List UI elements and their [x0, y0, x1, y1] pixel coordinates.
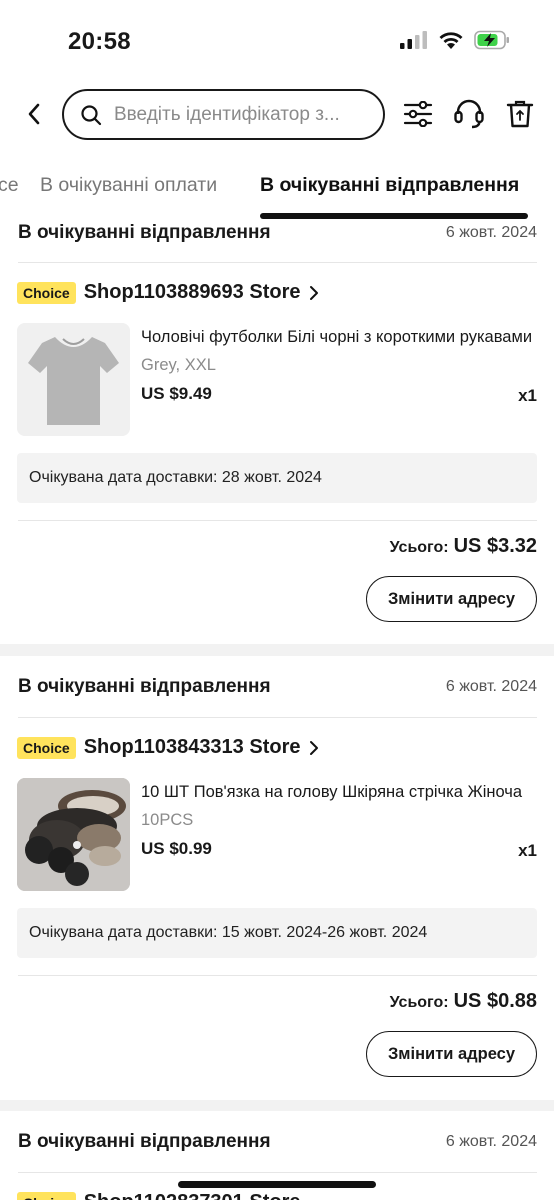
- chevron-right-icon: [310, 285, 319, 300]
- tshirt-image: [17, 323, 130, 436]
- total-label: Усього:: [389, 994, 449, 1011]
- store-link[interactable]: Choice Shop1103843313 Store: [17, 736, 319, 759]
- tab-awaiting-shipment[interactable]: В очікуванні відправлення: [260, 174, 519, 197]
- store-link[interactable]: Choice Shop1103889693 Store: [17, 281, 319, 304]
- product-quantity: x1: [518, 841, 537, 860]
- total-label: Усього:: [389, 539, 449, 556]
- order-header: В очікуванні відправлення 6 жовт. 2024: [18, 676, 537, 718]
- order-status: В очікуванні відправлення: [18, 676, 271, 697]
- delete-button[interactable]: [503, 97, 537, 131]
- store-name: Shop1103889693 Store: [83, 281, 301, 303]
- order-card: В очікуванні відправлення 6 жовт. 2024 C…: [0, 222, 554, 644]
- back-button[interactable]: [20, 100, 48, 128]
- order-tabs: се В очікуванні оплати В очікуванні відп…: [0, 160, 554, 220]
- divider: [18, 1172, 537, 1173]
- order-status: В очікуванні відправлення: [18, 222, 271, 243]
- search-bar[interactable]: [62, 89, 385, 140]
- product-title[interactable]: Чоловічі футболки Білі чорні з короткими…: [141, 328, 538, 347]
- order-date: 6 жовт. 2024: [445, 224, 537, 241]
- store-name: Shop1102837301 Store: [84, 1191, 301, 1200]
- delivery-estimate: Очікувана дата доставки: 15 жовт. 2024-2…: [17, 908, 537, 958]
- divider: [18, 717, 537, 718]
- choice-badge: Choice: [17, 1191, 76, 1200]
- choice-badge: Choice: [17, 281, 76, 304]
- filter-button[interactable]: [401, 97, 435, 131]
- store-name: Shop1103843313 Store: [83, 736, 301, 758]
- product-price: US $9.49: [141, 384, 212, 403]
- trash-icon: [506, 100, 534, 128]
- change-address-button[interactable]: Змінити адресу: [366, 576, 537, 622]
- support-button[interactable]: [452, 97, 486, 131]
- home-indicator[interactable]: [178, 1181, 376, 1188]
- filter-icon: [403, 101, 433, 127]
- top-bar: 20:58 Введіть ідентифікатор з... се В оч…: [0, 0, 554, 222]
- change-address-button[interactable]: Змінити адресу: [366, 1031, 537, 1077]
- tab-awaiting-payment[interactable]: В очікуванні оплати: [40, 174, 217, 197]
- order-card: В очікуванні відправлення 6 жовт. 2024 C…: [0, 656, 554, 1100]
- product-variant: 10PCS: [141, 811, 194, 829]
- delivery-estimate: Очікувана дата доставки: 28 жовт. 2024: [17, 453, 537, 503]
- status-icons: [400, 30, 510, 50]
- total-value: US $3.32: [453, 535, 537, 557]
- order-header: В очікуванні відправлення 6 жовт. 2024: [18, 1131, 537, 1173]
- order-total: Усього: US $3.32: [390, 535, 537, 558]
- product-variant: Grey, XXL: [141, 356, 216, 374]
- battery-charging-icon: [474, 30, 509, 50]
- divider: [18, 262, 537, 263]
- signal-icon: [400, 31, 427, 49]
- order-date: 6 жовт. 2024: [445, 678, 537, 695]
- headset-icon: [454, 99, 484, 129]
- divider: [18, 975, 537, 976]
- wifi-icon: [439, 31, 463, 49]
- tab-partial[interactable]: се: [0, 174, 19, 197]
- chevron-right-icon: [310, 740, 319, 755]
- active-tab-indicator: [260, 213, 528, 219]
- order-header: В очікуванні відправлення 6 жовт. 2024: [18, 222, 537, 264]
- order-date: 6 жовт. 2024: [445, 1133, 537, 1150]
- search-icon: [81, 104, 102, 125]
- total-value: US $0.88: [453, 990, 537, 1012]
- product-price: US $0.99: [141, 839, 212, 858]
- order-status: В очікуванні відправлення: [18, 1131, 271, 1152]
- headband-image: [17, 778, 130, 891]
- product-title[interactable]: 10 ШТ Пов'язка на голову Шкіряна стрічка…: [141, 783, 538, 802]
- product-thumbnail[interactable]: [17, 778, 130, 891]
- product-thumbnail[interactable]: [17, 323, 130, 436]
- order-total: Усього: US $0.88: [390, 990, 537, 1013]
- store-link[interactable]: Choice Shop1102837301 Store: [17, 1191, 300, 1200]
- back-arrow-icon: [28, 103, 40, 125]
- search-input[interactable]: [114, 103, 364, 126]
- choice-badge: Choice: [17, 736, 76, 759]
- divider: [18, 520, 537, 521]
- status-time: 20:58: [68, 28, 131, 55]
- product-quantity: x1: [518, 386, 537, 405]
